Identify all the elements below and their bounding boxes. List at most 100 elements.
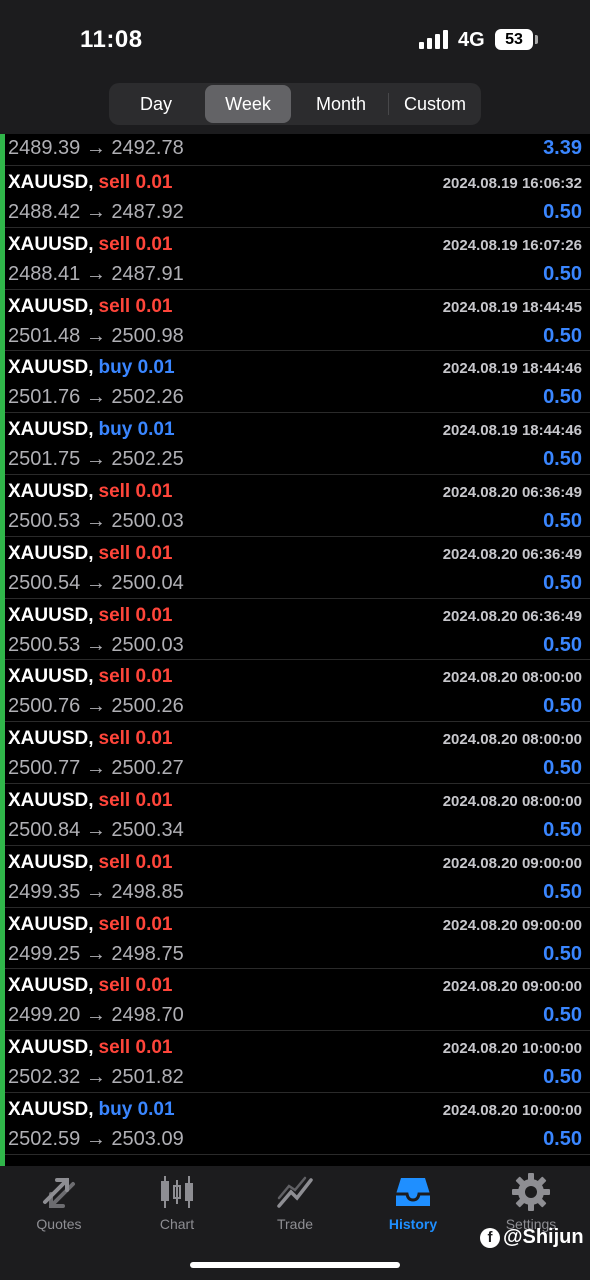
arrow-icon: → bbox=[85, 137, 106, 159]
trade-line-icon bbox=[277, 1176, 313, 1208]
open-price: 2501.76 bbox=[8, 386, 81, 409]
trade-profit: 0.50 bbox=[543, 942, 582, 965]
trade-profit: 0.50 bbox=[543, 757, 582, 780]
trade-action: buy 0.01 bbox=[98, 1098, 175, 1120]
period-custom[interactable]: Custom bbox=[391, 85, 479, 123]
trade-symbol: XAUUSD, bbox=[8, 295, 94, 317]
trade-prices: 2488.41 → 2487.91 bbox=[8, 263, 184, 286]
trade-datetime: 2024.08.20 08:00:00 bbox=[442, 669, 582, 687]
trade-header: XAUUSD, sell 0.01 bbox=[8, 852, 172, 874]
trade-prices: 2500.53 → 2500.03 bbox=[8, 510, 184, 533]
trade-row[interactable]: XAUUSD, sell 0.01 2024.08.20 08:00:00 2500.… bbox=[0, 722, 590, 784]
tab-label: History bbox=[388, 1216, 438, 1232]
tab-trade[interactable]: Trade bbox=[236, 1172, 354, 1232]
segment-divider bbox=[388, 93, 389, 115]
trade-header: XAUUSD, buy 0.01 bbox=[8, 419, 175, 441]
trade-row[interactable]: XAUUSD, sell 0.01 2024.08.19 18:44:45 2501.… bbox=[0, 290, 590, 352]
trade-datetime: 2024.08.20 09:00:00 bbox=[442, 916, 582, 934]
trade-header: XAUUSD, sell 0.01 bbox=[8, 296, 172, 318]
trade-action: sell 0.01 bbox=[98, 604, 173, 626]
trade-symbol: XAUUSD, bbox=[8, 1098, 94, 1120]
trade-symbol: XAUUSD, bbox=[8, 666, 94, 688]
trade-prices: 2500.53 → 2500.03 bbox=[8, 634, 184, 657]
trade-header: XAUUSD, sell 0.01 bbox=[8, 234, 172, 256]
trade-header: XAUUSD, sell 0.01 bbox=[8, 543, 172, 565]
trade-action: sell 0.01 bbox=[98, 480, 173, 502]
tab-history[interactable]: History bbox=[354, 1172, 472, 1232]
trade-profit: 0.50 bbox=[543, 1066, 582, 1089]
period-day[interactable]: Day bbox=[112, 85, 200, 123]
trade-profit: 0.50 bbox=[543, 509, 582, 532]
gear-icon bbox=[512, 1173, 550, 1211]
tab-chart[interactable]: Chart bbox=[118, 1172, 236, 1232]
trade-row[interactable]: XAUUSD, sell 0.01 2024.08.19 16:07:26 2488.… bbox=[0, 228, 590, 290]
trade-profit: 0.50 bbox=[543, 201, 582, 223]
close-price: 2487.92 bbox=[111, 201, 184, 223]
close-price: 2500.98 bbox=[111, 324, 184, 347]
trade-symbol: XAUUSD, bbox=[8, 233, 94, 255]
period-week[interactable]: Week bbox=[205, 85, 291, 123]
trade-symbol: XAUUSD, bbox=[8, 1037, 94, 1059]
close-price: 2492.78 bbox=[111, 137, 184, 159]
trade-datetime: 2024.08.20 06:36:49 bbox=[442, 607, 582, 625]
close-price: 2500.03 bbox=[111, 509, 184, 532]
open-price: 2500.53 bbox=[8, 509, 81, 532]
arrow-icon: → bbox=[85, 942, 106, 965]
open-price: 2488.42 bbox=[8, 201, 81, 223]
open-price: 2500.53 bbox=[8, 633, 81, 656]
trade-action: sell 0.01 bbox=[98, 666, 173, 688]
arrow-icon: → bbox=[85, 509, 106, 532]
trade-header: XAUUSD, sell 0.01 bbox=[8, 728, 172, 750]
battery-tip bbox=[535, 35, 538, 44]
open-price: 2499.25 bbox=[8, 942, 81, 965]
trade-profit: 0.50 bbox=[543, 1127, 582, 1150]
open-price: 2502.59 bbox=[8, 1127, 81, 1150]
trade-row[interactable]: XAUUSD, sell 0.01 2024.08.20 08:00:00 2500.… bbox=[0, 784, 590, 846]
trade-row[interactable]: XAUUSD, sell 0.01 2024.08.20 09:00:00 2499.… bbox=[0, 969, 590, 1032]
period-month[interactable]: Month bbox=[296, 85, 386, 123]
trade-action: sell 0.01 bbox=[98, 913, 173, 935]
trade-row[interactable]: XAUUSD, sell 0.01 2024.08.20 09:00:00 2499.… bbox=[0, 846, 590, 908]
trade-action: sell 0.01 bbox=[98, 542, 173, 564]
trade-prices: 2489.39 → 2492.78 bbox=[8, 137, 184, 160]
arrow-icon: → bbox=[85, 1004, 106, 1027]
close-price: 2500.03 bbox=[111, 633, 184, 656]
trade-header: XAUUSD, buy 0.01 bbox=[8, 1099, 175, 1121]
trade-row[interactable]: XAUUSD, sell 0.01 2024.08.20 08:00:00 2500.… bbox=[0, 660, 590, 723]
trade-prices: 2500.84 → 2500.34 bbox=[8, 819, 184, 842]
watermark: f @Shijun bbox=[480, 1226, 584, 1249]
trade-datetime: 2024.08.20 06:36:49 bbox=[442, 483, 582, 501]
trade-row[interactable]: XAUUSD, buy 0.01 2024.08.19 18:44:46 2501.7… bbox=[0, 351, 590, 414]
trade-datetime: 2024.08.20 09:00:00 bbox=[442, 978, 582, 996]
trade-symbol: XAUUSD, bbox=[8, 604, 94, 626]
trade-row[interactable]: XAUUSD, sell 0.01 2024.08.20 06:36:49 2500.… bbox=[0, 475, 590, 537]
tab-settings[interactable]: Settings bbox=[472, 1172, 590, 1232]
arrow-icon: → bbox=[85, 324, 106, 347]
trade-symbol: XAUUSD, bbox=[8, 975, 94, 997]
arrow-icon: → bbox=[85, 695, 106, 718]
close-price: 2498.75 bbox=[111, 942, 184, 965]
home-indicator[interactable] bbox=[190, 1262, 400, 1268]
open-price: 2488.41 bbox=[8, 262, 81, 285]
arrow-icon: → bbox=[85, 633, 106, 656]
trade-profit: 0.50 bbox=[543, 818, 582, 841]
trade-row[interactable]: XAUUSD, sell 0.01 2024.08.20 09:00:00 2499.… bbox=[0, 908, 590, 970]
trade-datetime: 2024.08.19 16:07:26 bbox=[442, 236, 582, 254]
trade-row[interactable]: 2489.39 → 2492.78 3.39 bbox=[0, 134, 590, 166]
trade-history-list[interactable]: 2489.39 → 2492.78 3.39 XAUUSD, sell 0.01 202… bbox=[0, 134, 590, 1166]
trade-row[interactable]: XAUUSD, buy 0.01 2024.08.19 18:44:46 2501.7… bbox=[0, 413, 590, 475]
history-tray-icon bbox=[396, 1178, 430, 1206]
close-price: 2501.82 bbox=[111, 1066, 184, 1089]
trade-row[interactable]: XAUUSD, sell 0.01 2024.08.20 06:36:49 2500.… bbox=[0, 599, 590, 661]
trade-row[interactable]: XAUUSD, sell 0.01 2024.08.20 10:00:00 2502.… bbox=[0, 1031, 590, 1093]
arrow-icon: → bbox=[85, 757, 106, 780]
trade-prices: 2500.54 → 2500.04 bbox=[8, 572, 184, 595]
tab-quotes[interactable]: Quotes bbox=[0, 1172, 118, 1232]
trade-row[interactable]: XAUUSD, buy 0.01 2024.08.20 10:00:00 2502.5… bbox=[0, 1093, 590, 1155]
trade-row[interactable]: XAUUSD, sell 0.01 2024.08.19 16:06:32 2488.… bbox=[0, 166, 590, 228]
trade-row[interactable]: XAUUSD, sell 0.01 2024.08.20 06:36:49 2500.… bbox=[0, 537, 590, 599]
close-price: 2498.70 bbox=[111, 1004, 184, 1027]
open-price: 2500.54 bbox=[8, 571, 81, 594]
status-bar: 11:08 4G 53 bbox=[0, 0, 590, 80]
trade-symbol: XAUUSD, bbox=[8, 728, 94, 750]
